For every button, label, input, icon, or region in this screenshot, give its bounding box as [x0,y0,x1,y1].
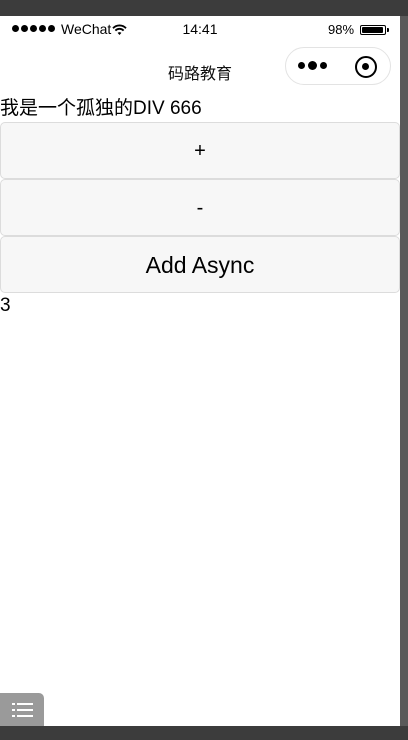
phone-screen: WeChat 14:41 98% 码路教育 我是一个孤独的DIV 666 + -… [0,16,400,726]
status-bar: WeChat 14:41 98% [0,16,400,44]
vconsole-debug-button[interactable] [0,693,44,726]
page-content: 我是一个孤独的DIV 666 + - Add Async 3 [0,96,400,319]
battery-percent: 98% [328,22,355,37]
battery-icon [360,25,386,35]
add-async-button[interactable]: Add Async [0,236,400,293]
device-frame-bottom [0,726,408,740]
device-frame-right [400,16,408,726]
counter-value: 3 [0,295,11,316]
battery-fill [362,27,383,33]
decrement-button[interactable]: - [0,179,400,236]
intro-text: 我是一个孤独的DIV 666 [0,98,202,119]
mini-program-capsule [285,47,391,85]
capsule-divider [339,57,340,77]
increment-button[interactable]: + [0,122,400,179]
battery-tip [387,28,389,32]
device-frame-top [0,0,408,16]
close-mini-program-icon[interactable] [355,56,377,78]
more-menu-icon[interactable] [298,61,327,70]
navigation-bar: 码路教育 [0,44,400,96]
